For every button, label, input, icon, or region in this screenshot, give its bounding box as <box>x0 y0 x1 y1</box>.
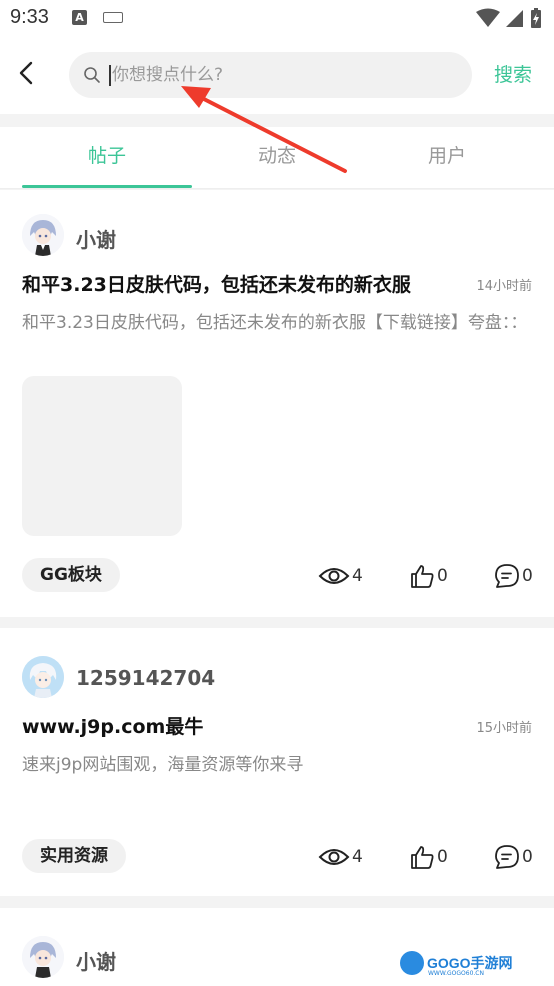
status-bar: 9:33 A <box>0 0 554 36</box>
avatar[interactable] <box>22 936 64 978</box>
post-excerpt[interactable]: 和平3.23日皮肤代码，包括还未发布的新衣服【下载链接】夸盘：： <box>22 308 532 338</box>
keyboard-icon <box>103 12 123 23</box>
text-cursor <box>109 65 111 86</box>
tab-posts[interactable]: 帖子 <box>22 127 192 189</box>
views-stat[interactable]: 4 <box>318 842 363 872</box>
post-card[interactable]: 1259142704 www.j9p.com最牛 15小时前 速来j9p网站围观… <box>0 628 554 896</box>
status-time: 9:33 <box>10 6 49 28</box>
comment-button[interactable]: 0 <box>494 842 533 872</box>
comments-count: 0 <box>522 566 533 586</box>
post-tag[interactable]: GG板块 <box>22 558 120 592</box>
likes-count: 0 <box>437 566 448 586</box>
comment-icon <box>495 564 519 588</box>
post-tag[interactable]: 实用资源 <box>22 839 126 873</box>
search-icon <box>84 67 100 83</box>
signal-icon <box>506 10 523 27</box>
avatar[interactable] <box>22 656 64 698</box>
like-button[interactable]: 0 <box>409 561 448 591</box>
views-count: 4 <box>352 847 363 867</box>
watermark-logo: GOGO手游网 WWW.GOGO60.CN <box>400 950 513 977</box>
post-time: 14小时前 <box>476 279 532 294</box>
thumbs-up-icon <box>411 846 434 869</box>
post-card[interactable]: 小谢 和平3.23日皮肤代码，包括还未发布的新衣服 14小时前 和平3.23日皮… <box>0 190 554 617</box>
likes-count: 0 <box>437 847 448 867</box>
search-bar[interactable] <box>69 52 472 98</box>
watermark-url: WWW.GOGO60.CN <box>428 970 484 977</box>
eye-icon <box>318 568 350 584</box>
views-count: 4 <box>352 566 363 586</box>
anime-avatar-icon <box>22 214 64 256</box>
like-button[interactable]: 0 <box>409 842 448 872</box>
search-header: 搜索 <box>0 36 554 114</box>
views-stat[interactable]: 4 <box>318 561 363 591</box>
comments-count: 0 <box>522 847 533 867</box>
back-button[interactable] <box>12 58 42 88</box>
post-image[interactable] <box>22 376 182 536</box>
tab-users[interactable]: 用户 <box>362 127 532 189</box>
post-excerpt[interactable]: 速来j9p网站围观，海量资源等你来寻 <box>22 750 532 780</box>
thumbs-up-icon <box>411 565 434 588</box>
wifi-icon <box>476 8 500 27</box>
username[interactable]: 小谢 <box>76 224 116 253</box>
tab-bar: 帖子 动态 用户 <box>0 127 554 189</box>
post-title[interactable]: www.j9p.com最牛 <box>22 712 203 739</box>
post-time: 15小时前 <box>476 721 532 736</box>
avatar[interactable] <box>22 214 64 256</box>
chevron-left-icon <box>19 61 33 85</box>
comment-button[interactable]: 0 <box>494 561 533 591</box>
anime-avatar-icon <box>22 936 64 978</box>
gogo-logo-icon <box>400 951 424 975</box>
status-indicators <box>476 7 542 29</box>
battery-icon <box>531 8 541 28</box>
post-title[interactable]: 和平3.23日皮肤代码，包括还未发布的新衣服 <box>22 270 411 297</box>
search-button[interactable]: 搜索 <box>494 60 532 87</box>
anime-avatar-icon <box>22 656 64 698</box>
notification-a-icon: A <box>72 10 87 25</box>
username[interactable]: 小谢 <box>76 946 116 975</box>
active-tab-indicator <box>22 185 192 188</box>
eye-icon <box>318 849 350 865</box>
username[interactable]: 1259142704 <box>76 666 215 690</box>
comment-icon <box>495 845 519 869</box>
search-input[interactable] <box>112 52 452 98</box>
tab-activity[interactable]: 动态 <box>192 127 362 189</box>
